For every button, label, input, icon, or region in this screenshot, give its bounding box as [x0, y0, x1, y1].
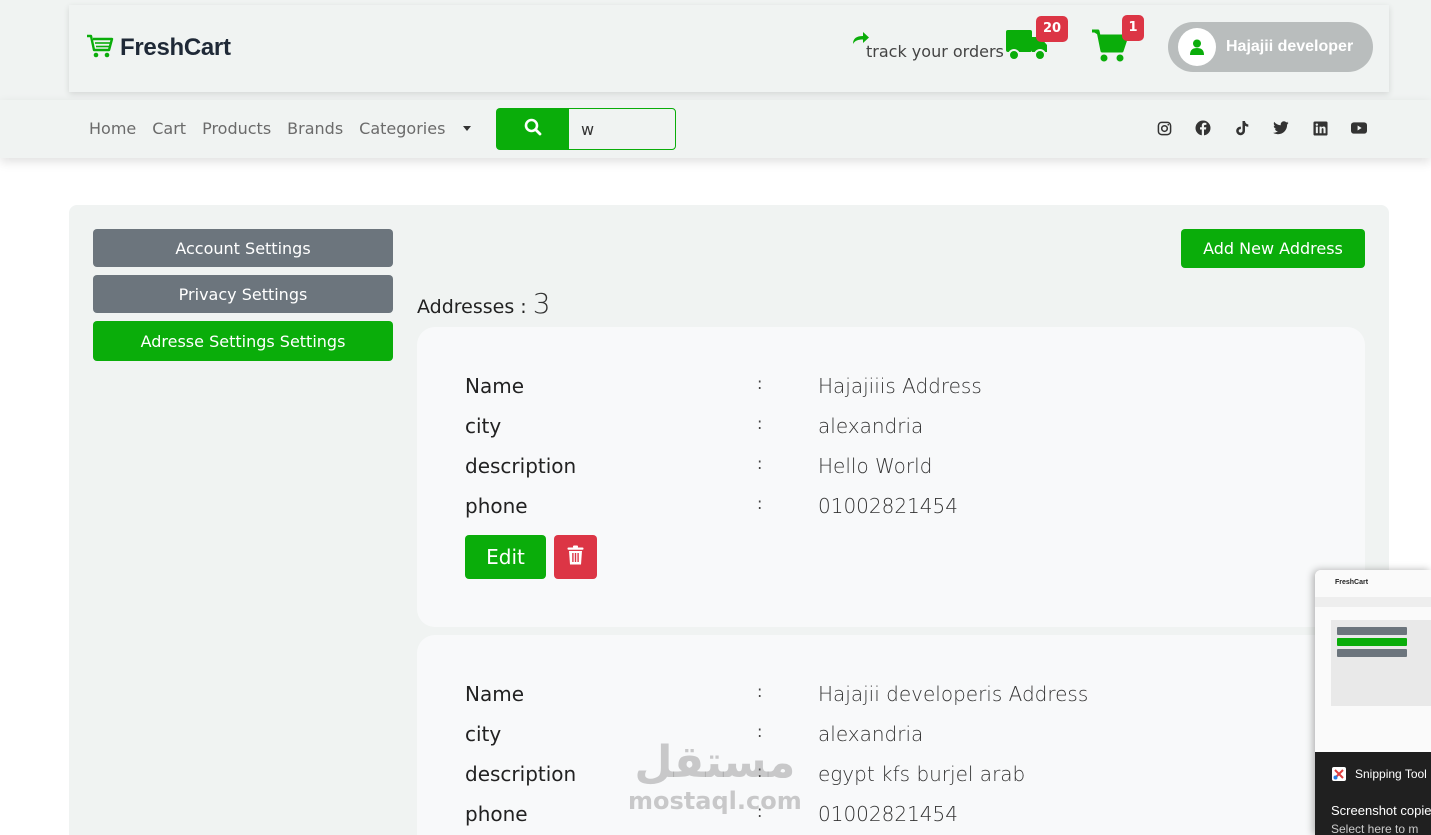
- track-orders-link[interactable]: track your orders: [852, 30, 1004, 61]
- nav-links: Home Cart Products Brands Categories: [89, 119, 445, 138]
- watermark-arabic: مستقل: [634, 737, 796, 788]
- search-icon: [524, 118, 542, 140]
- track-orders-label: track your orders: [866, 42, 1004, 61]
- field-separator: :: [757, 374, 763, 393]
- user-menu-button[interactable]: Hajajii developer: [1168, 22, 1373, 72]
- snipping-tool-title: Snipping Tool: [1355, 767, 1427, 781]
- thumbnail-button: [1337, 638, 1407, 646]
- field-label: city: [465, 722, 502, 746]
- share-arrow-icon: [852, 30, 870, 49]
- addresses-count: Addresses : 3: [417, 287, 551, 320]
- thumbnail-button: [1337, 649, 1407, 657]
- thumbnail-nav: [1315, 597, 1431, 607]
- address-city-row: city : alexandria: [465, 722, 1345, 752]
- field-separator: :: [757, 454, 763, 473]
- address-city-value: alexandria: [818, 414, 924, 438]
- address-phone-row: phone : 01002821454: [465, 494, 1345, 524]
- sidebar-item-address-settings[interactable]: Adresse Settings Settings: [93, 321, 393, 361]
- nav-link-categories[interactable]: Categories: [359, 119, 445, 138]
- address-name-value: Hajajii developeris Address: [818, 682, 1089, 706]
- twitter-icon[interactable]: [1273, 120, 1289, 136]
- field-label: description: [465, 762, 577, 786]
- cart-count-badge: 1: [1122, 15, 1144, 41]
- field-separator: :: [757, 494, 763, 513]
- truck-icon: [1005, 30, 1049, 67]
- address-description-row: description : egypt kfs burjel arab: [465, 762, 1345, 792]
- search-button[interactable]: [496, 108, 569, 150]
- linkedin-icon[interactable]: [1312, 120, 1328, 136]
- field-label: phone: [465, 802, 528, 826]
- address-city-row: city : alexandria: [465, 414, 1345, 444]
- nav-link-products[interactable]: Products: [202, 119, 271, 138]
- brand-name: FreshCart: [120, 34, 231, 61]
- youtube-icon[interactable]: [1351, 120, 1367, 136]
- field-label: Name: [465, 682, 525, 706]
- address-description-value: Hello World: [818, 454, 933, 478]
- address-phone-row: phone : 01002821454: [465, 802, 1345, 832]
- social-links: [1156, 120, 1367, 136]
- field-separator: :: [757, 414, 763, 433]
- snipping-tool-action[interactable]: Select here to m: [1331, 822, 1418, 835]
- nav-link-cart[interactable]: Cart: [152, 119, 186, 138]
- tiktok-icon[interactable]: [1234, 120, 1250, 136]
- user-name: Hajajii developer: [1226, 38, 1354, 55]
- cart-icon: [1091, 29, 1129, 68]
- thumbnail-button: [1337, 627, 1407, 635]
- address-name-value: Hajajiiis Address: [818, 374, 982, 398]
- field-label: Name: [465, 374, 525, 398]
- nav-bar: Home Cart Products Brands Categories: [0, 100, 1431, 158]
- field-label: description: [465, 454, 577, 478]
- field-separator: :: [757, 682, 763, 701]
- address-description-value: egypt kfs burjel arab: [818, 762, 1026, 786]
- addresses-count-label: Addresses :: [417, 296, 527, 318]
- logo[interactable]: FreshCart: [86, 33, 231, 63]
- search-input[interactable]: [568, 108, 676, 150]
- field-label: phone: [465, 494, 528, 518]
- address-card: Name : Hajajii developeris Address city …: [417, 635, 1365, 835]
- orders-count-badge: 20: [1036, 16, 1068, 42]
- screenshot-thumbnail: FreshCart: [1315, 570, 1431, 750]
- addresses-count-value: 3: [532, 287, 551, 320]
- edit-address-button[interactable]: Edit: [465, 535, 546, 579]
- address-card: Name : Hajajiiis Address city : alexandr…: [417, 327, 1365, 627]
- nav-link-brands[interactable]: Brands: [287, 119, 343, 138]
- snipping-tool-message: Screenshot copie: [1331, 803, 1431, 818]
- snipping-tool-icon: [1331, 766, 1347, 786]
- snipping-tool-notification[interactable]: FreshCart Snipping Tool Screenshot copie…: [1315, 570, 1431, 835]
- address-name-row: Name : Hajajii developeris Address: [465, 682, 1345, 712]
- nav-link-home[interactable]: Home: [89, 119, 136, 138]
- add-new-address-button[interactable]: Add New Address: [1181, 229, 1365, 268]
- field-label: city: [465, 414, 502, 438]
- facebook-icon[interactable]: [1195, 120, 1211, 136]
- instagram-icon[interactable]: [1156, 120, 1172, 136]
- user-icon: [1178, 28, 1216, 66]
- sidebar-item-account-settings[interactable]: Account Settings: [93, 229, 393, 267]
- trash-icon: [567, 545, 584, 569]
- delete-address-button[interactable]: [554, 535, 597, 579]
- address-city-value: alexandria: [818, 722, 924, 746]
- address-phone-value: 01002821454: [818, 802, 958, 826]
- address-phone-value: 01002821454: [818, 494, 958, 518]
- watermark-latin: mostaql.com: [628, 787, 802, 815]
- sidebar-item-privacy-settings[interactable]: Privacy Settings: [93, 275, 393, 313]
- watermark: مستقل mostaql.com: [628, 737, 802, 815]
- chevron-down-icon[interactable]: [463, 126, 471, 131]
- address-name-row: Name : Hajajiiis Address: [465, 374, 1345, 404]
- cart-logo-icon: [86, 33, 114, 63]
- address-description-row: description : Hello World: [465, 454, 1345, 484]
- thumbnail-brand: FreshCart: [1335, 579, 1369, 586]
